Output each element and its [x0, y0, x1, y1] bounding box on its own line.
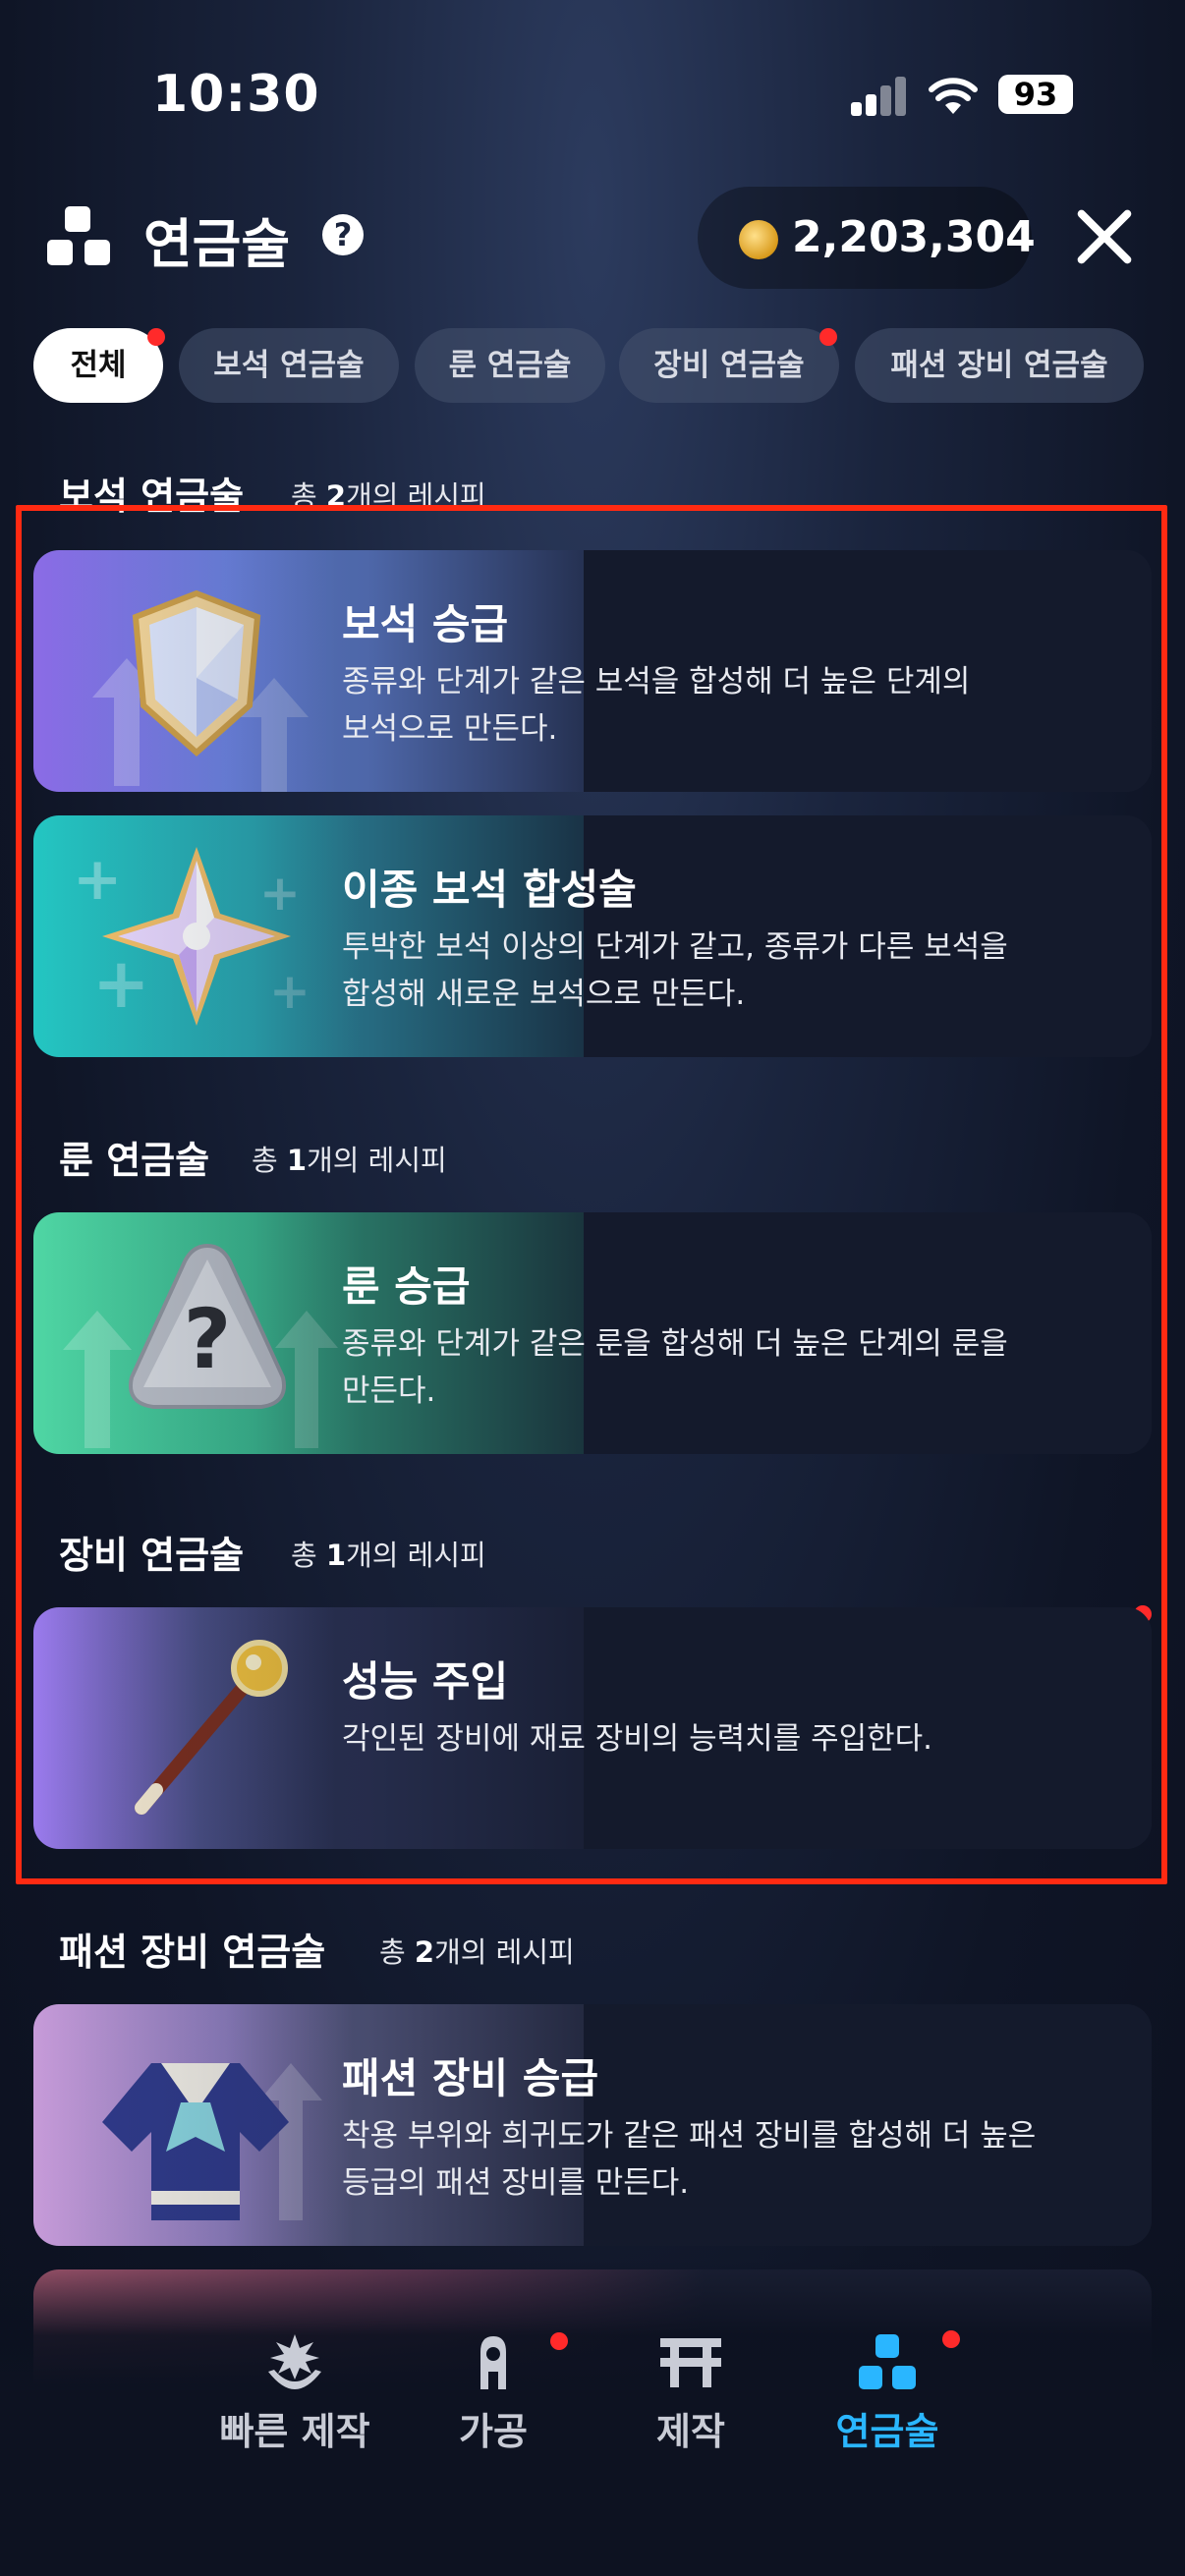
tab-all[interactable]: 전체: [33, 328, 163, 403]
nav-label: 제작: [656, 2410, 725, 2453]
nav-label: 연금술: [835, 2410, 939, 2453]
nav-processing[interactable]: 가공: [395, 2332, 592, 2470]
processing-icon: [461, 2332, 526, 2391]
nav-crafting[interactable]: 제작: [592, 2332, 789, 2470]
wifi-icon: [929, 78, 978, 114]
recipe-card-fashion-upgrade[interactable]: 패션 장비 승급 착용 부위와 희귀도가 같은 패션 장비를 합성해 더 높은 등…: [33, 2004, 1152, 2246]
section-title-fashion: 패션 장비 연금술: [59, 1931, 326, 1974]
close-button[interactable]: [1071, 204, 1136, 269]
nav-label: 빠른 제작: [219, 2410, 370, 2453]
nav-alchemy-notification-dot: [942, 2330, 960, 2348]
tab-gem-alchemy[interactable]: 보석 연금술: [179, 328, 399, 403]
recipe-name: 패션 장비 승급: [342, 2054, 599, 2102]
alchemy-icon: [855, 2332, 920, 2391]
alchemy-logo-icon: [45, 206, 112, 267]
nav-alchemy[interactable]: 연금술: [789, 2330, 986, 2470]
currency-value: 2,203,304: [792, 212, 1036, 262]
battery-indicator: 93: [998, 75, 1073, 114]
highlight-box: [16, 505, 1167, 1884]
section-count-fashion: 총 2개의 레시피: [379, 1935, 575, 1969]
page-header: 연금술 ? 2,203,304: [0, 187, 1185, 295]
tab-rune-alchemy[interactable]: 룬 연금술: [415, 328, 605, 403]
nav-processing-notification-dot: [550, 2332, 568, 2350]
help-icon[interactable]: ?: [322, 214, 364, 255]
status-time: 10:30: [152, 65, 320, 124]
cellular-signal-icon: [851, 77, 908, 116]
crafting-icon: [658, 2332, 723, 2391]
page-title: 연금술: [143, 213, 291, 275]
tab-equipment-notification-dot: [819, 328, 837, 346]
tab-fashion-alchemy[interactable]: 패션 장비 연금술: [855, 328, 1144, 403]
nav-quick-craft[interactable]: 빠른 제작: [197, 2332, 393, 2470]
tab-all-notification-dot: [147, 328, 165, 346]
tab-equipment-alchemy[interactable]: 장비 연금술: [619, 328, 839, 403]
recipe-description: 착용 부위와 희귀도가 같은 패션 장비를 합성해 더 높은 등급의 패션 장비를…: [342, 2118, 1037, 2201]
category-tabs: 전체 보석 연금술 룬 연금술 장비 연금술 패션 장비 연금술: [33, 328, 1185, 403]
nav-label: 가공: [459, 2410, 528, 2453]
status-bar: 10:30 93: [0, 0, 1185, 187]
gold-coin-icon: [739, 220, 778, 259]
currency-display[interactable]: 2,203,304: [698, 187, 1036, 289]
quick-craft-icon: [262, 2332, 327, 2391]
